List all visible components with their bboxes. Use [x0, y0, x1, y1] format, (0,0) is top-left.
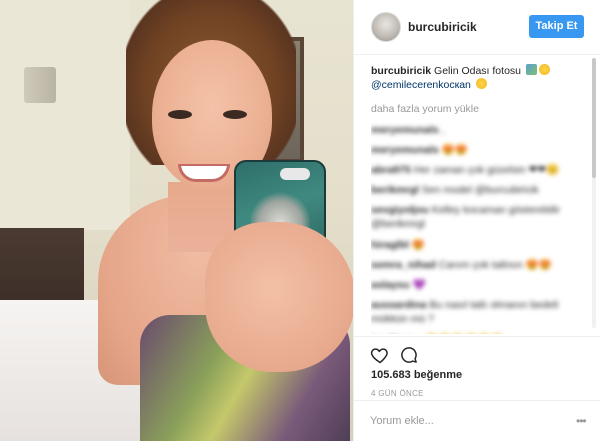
comment-author[interactable]: berikmrgl	[371, 184, 419, 196]
add-comment-bar: •••	[354, 400, 600, 441]
comment: kaylikotsu 🙂😊😊😊😊😊	[371, 333, 593, 334]
comment-bubble-icon	[401, 347, 417, 363]
comment-author[interactable]: meryemunals	[371, 144, 439, 156]
comments-scrollbar-thumb[interactable]	[592, 58, 596, 178]
post-photo[interactable]	[0, 0, 353, 441]
image-emoji-icon	[525, 64, 537, 75]
photo-hand	[205, 222, 353, 372]
comment: sevgiyoljou Kelley kocaman gösterebilir …	[371, 203, 593, 231]
comment-author[interactable]: aslaysu	[371, 279, 410, 291]
comment-input[interactable]	[370, 411, 570, 431]
comment-author[interactable]: semra_nihad	[371, 259, 436, 271]
comment-text: 😍	[411, 239, 425, 251]
post-actions: 105.683 beğenme 4 GÜN ÖNCE	[354, 336, 600, 398]
caption-mention[interactable]: @cemilecerenkocкan	[371, 79, 471, 91]
photo-wall-lamp	[24, 67, 56, 103]
avatar[interactable]	[371, 12, 401, 42]
caption-text: Gelin Odası fotosu	[434, 65, 521, 77]
comment-text: Sen model @burcubiricik	[421, 184, 539, 196]
like-button[interactable]	[370, 345, 390, 365]
comment-author[interactable]: sevgiyoljou	[371, 204, 429, 216]
comment-text: 😍😍	[441, 144, 468, 156]
comment: abra975 Her zaman çok güzelsin ❤❤😊	[371, 163, 593, 176]
smile-emoji-icon	[475, 78, 487, 89]
comment: berikmrgl Sen model @burcubiricik	[371, 183, 593, 196]
comment-text: 💜	[412, 279, 426, 291]
username[interactable]: burcubiricik	[408, 20, 477, 34]
comment-text: Canım çok tatlısın 😍😍	[438, 259, 552, 271]
more-options-button[interactable]: •••	[576, 414, 587, 428]
comment-author[interactable]: meryemunals	[371, 124, 439, 136]
photo-eye-right	[223, 110, 247, 119]
heart-icon	[370, 348, 388, 364]
comment: aussardina Bu nasıl tatlı olmanın bedeli…	[371, 298, 593, 326]
comment-author[interactable]: hiraglbl	[371, 239, 409, 251]
like-count[interactable]: 105.683 beğenme	[371, 369, 462, 381]
comment-text: ,	[441, 124, 445, 136]
comment: aslaysu 💜	[371, 278, 593, 291]
comment: meryemunals ,	[371, 123, 593, 136]
post-timestamp[interactable]: 4 GÜN ÖNCE	[371, 389, 424, 398]
caption: burcubiricik Gelin Odası fotosu @cemilec…	[371, 64, 593, 92]
post-side-panel: burcubiricik Takip Et burcubiricik Gelin…	[353, 0, 600, 441]
load-more-comments-link[interactable]: daha fazla yorum yükle	[371, 102, 593, 116]
comment: meryemunals 😍😍	[371, 143, 593, 156]
post-header: burcubiricik Takip Et	[354, 0, 600, 55]
photo-wall	[0, 0, 130, 230]
comment-author[interactable]: aussardina	[371, 299, 426, 311]
photo-eye-left	[168, 110, 192, 119]
smile-emoji-icon	[538, 64, 550, 75]
follow-button[interactable]: Takip Et	[529, 15, 584, 38]
caption-author[interactable]: burcubiricik	[371, 65, 431, 77]
comment-author[interactable]: abra975	[371, 164, 411, 176]
comment: hiraglbl 😍	[371, 238, 593, 251]
comment-button[interactable]	[399, 345, 419, 365]
comments-list[interactable]: burcubiricik Gelin Odası fotosu @cemilec…	[371, 64, 593, 334]
comment: semra_nihad Canım çok tatlısın 😍😍	[371, 258, 593, 271]
comment-text: Her zaman çok güzelsin ❤❤😊	[413, 164, 560, 176]
photo-phone-camera	[280, 168, 310, 180]
